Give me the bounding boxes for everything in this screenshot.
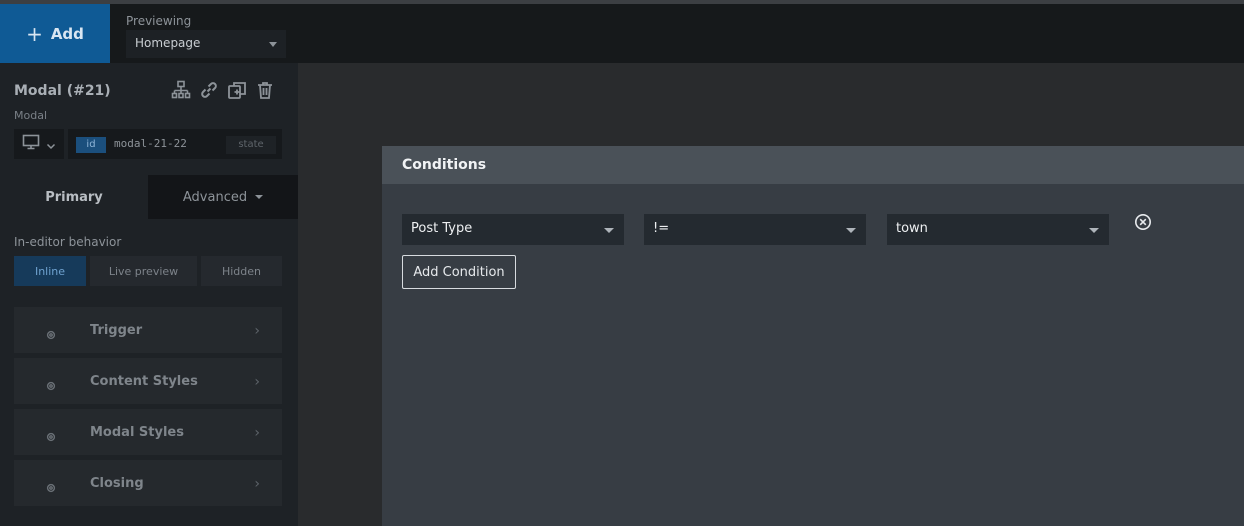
tab-advanced-label: Advanced xyxy=(182,189,248,205)
modal-header: Conditions xyxy=(382,146,1244,184)
condition-value-select[interactable]: town xyxy=(887,214,1109,245)
element-header: Modal (#21) Modal id modal-21-22 state xyxy=(0,63,298,175)
behavior-segmented-control: Inline Live preview Hidden xyxy=(14,256,282,286)
chevron-down-icon xyxy=(604,228,614,233)
gear-icon xyxy=(46,427,56,446)
device-select[interactable] xyxy=(14,129,64,159)
top-bar: + Add Previewing Homepage xyxy=(0,4,1244,63)
behavior-live-preview-button[interactable]: Live preview xyxy=(90,256,197,286)
section-label: Modal Styles xyxy=(90,424,184,440)
id-field[interactable]: id modal-21-22 state xyxy=(68,129,282,159)
condition-field-select[interactable]: Post Type xyxy=(402,214,624,245)
gear-icon xyxy=(46,376,56,395)
chevron-down-icon xyxy=(46,135,56,154)
chevron-right-icon: › xyxy=(254,425,260,441)
remove-condition-icon[interactable] xyxy=(1134,213,1152,231)
add-condition-button[interactable]: Add Condition xyxy=(402,255,516,289)
behavior-hidden-button[interactable]: Hidden xyxy=(201,256,282,286)
condition-operator-select[interactable]: != xyxy=(644,214,866,245)
tab-primary[interactable]: Primary xyxy=(0,175,148,219)
section-trigger[interactable]: Trigger › xyxy=(14,307,282,353)
sidebar: Modal (#21) Modal id modal-21-22 state P… xyxy=(0,63,298,526)
state-button[interactable]: state xyxy=(226,136,276,154)
previewing-label: Previewing xyxy=(126,14,192,28)
chevron-right-icon: › xyxy=(254,374,260,390)
section-modal-styles[interactable]: Modal Styles › xyxy=(14,409,282,455)
structure-icon[interactable] xyxy=(170,79,192,101)
plus-icon: + xyxy=(26,21,43,46)
section-label: Content Styles xyxy=(90,373,198,389)
element-title: Modal (#21) xyxy=(14,83,111,99)
duplicate-icon[interactable] xyxy=(226,79,248,101)
chevron-right-icon: › xyxy=(254,476,260,492)
previewing-select[interactable]: Homepage xyxy=(126,30,286,58)
link-icon[interactable] xyxy=(198,79,220,101)
gear-icon xyxy=(46,325,56,344)
conditions-modal: Conditions Post Type != town Add Conditi… xyxy=(382,146,1244,526)
id-badge: id xyxy=(76,137,106,153)
tab-advanced[interactable]: Advanced xyxy=(148,175,298,219)
panel-tabs: Primary Advanced xyxy=(0,175,298,219)
id-value: modal-21-22 xyxy=(114,137,187,150)
chevron-down-icon xyxy=(846,228,856,233)
modal-title: Conditions xyxy=(402,157,487,173)
condition-value-value: town xyxy=(896,221,928,236)
chevron-down-icon xyxy=(1089,228,1099,233)
chevron-down-icon xyxy=(269,42,277,47)
element-type: Modal xyxy=(14,109,47,122)
element-actions xyxy=(170,79,276,101)
behavior-label: In-editor behavior xyxy=(14,235,122,249)
section-label: Trigger xyxy=(90,322,143,338)
gear-icon xyxy=(46,478,56,497)
condition-operator-value: != xyxy=(653,221,670,236)
previewing-value: Homepage xyxy=(135,36,201,50)
condition-field-value: Post Type xyxy=(411,221,473,236)
caret-down-icon xyxy=(255,195,264,199)
section-closing[interactable]: Closing › xyxy=(14,460,282,506)
section-label: Closing xyxy=(90,475,144,491)
add-button[interactable]: + Add xyxy=(0,4,110,63)
chevron-right-icon: › xyxy=(254,323,260,339)
add-button-label: Add xyxy=(50,24,84,43)
behavior-inline-button[interactable]: Inline xyxy=(14,256,86,286)
trash-icon[interactable] xyxy=(254,79,276,101)
desktop-icon xyxy=(22,134,40,154)
section-content-styles[interactable]: Content Styles › xyxy=(14,358,282,404)
